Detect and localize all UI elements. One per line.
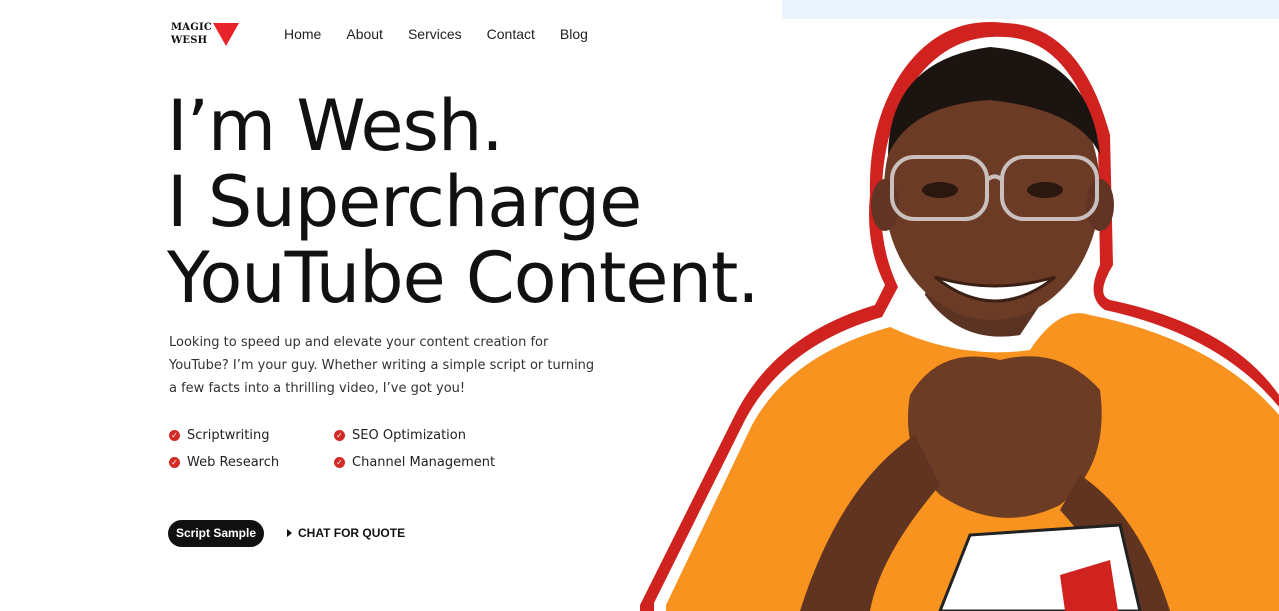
feature-list: ✓ Scriptwriting ✓ SEO Optimization ✓ Web… xyxy=(169,428,529,470)
chat-for-quote-button[interactable]: CHAT FOR QUOTE xyxy=(287,526,405,540)
check-circle-icon: ✓ xyxy=(169,430,180,441)
left-eye xyxy=(922,182,958,198)
nav-item-home[interactable]: Home xyxy=(284,26,321,42)
logo-line-2: WESH xyxy=(171,35,208,46)
logo-text: MAGIC WESH xyxy=(171,21,212,47)
feature-item: ✓ SEO Optimization xyxy=(334,428,529,443)
check-circle-icon: ✓ xyxy=(169,457,180,468)
logo-line-1: MAGIC xyxy=(171,22,213,33)
nav-item-services[interactable]: Services xyxy=(408,26,462,42)
nav-item-contact[interactable]: Contact xyxy=(487,26,535,42)
check-circle-icon: ✓ xyxy=(334,457,345,468)
portrait-image xyxy=(640,22,1279,611)
shirt-graphic xyxy=(938,523,1142,611)
script-sample-button[interactable]: Script Sample xyxy=(168,520,264,547)
hero-description: Looking to speed up and elevate your con… xyxy=(169,335,595,396)
check-circle-icon: ✓ xyxy=(334,430,345,441)
main-nav: Home About Services Contact Blog xyxy=(284,26,588,42)
feature-item: ✓ Web Research xyxy=(169,455,334,470)
feature-label: SEO Optimization xyxy=(352,428,466,443)
feature-label: Scriptwriting xyxy=(187,428,270,443)
play-icon xyxy=(287,529,292,537)
feature-item: ✓ Scriptwriting xyxy=(169,428,334,443)
right-ear xyxy=(1086,179,1114,231)
chat-for-quote-label: CHAT FOR QUOTE xyxy=(298,526,406,540)
feature-label: Web Research xyxy=(187,455,280,470)
feature-item: ✓ Channel Management xyxy=(334,455,529,470)
right-eye xyxy=(1027,182,1063,198)
site-logo[interactable]: MAGIC WESH xyxy=(171,21,241,49)
nav-item-about[interactable]: About xyxy=(346,26,383,42)
nav-item-blog[interactable]: Blog xyxy=(560,26,588,42)
feature-label: Channel Management xyxy=(352,455,496,470)
triangle-logo-icon xyxy=(213,23,239,46)
